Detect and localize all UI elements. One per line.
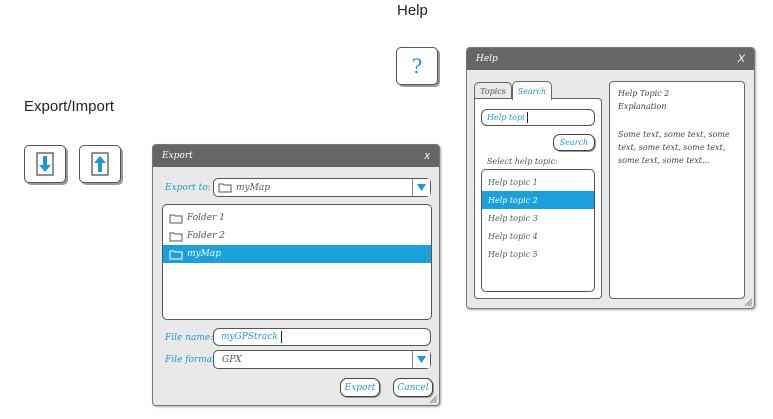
- folder-icon: [218, 183, 232, 193]
- text-cursor: [280, 331, 282, 343]
- folder-icon: [169, 232, 183, 241]
- export-close-button[interactable]: x: [425, 150, 431, 162]
- file-format-dropdown[interactable]: GPX: [213, 350, 431, 369]
- help-close-button[interactable]: X: [738, 53, 745, 65]
- help-content-title: Help Topic 2: [618, 89, 670, 98]
- help-heading: Help: [397, 2, 428, 19]
- tab-search[interactable]: Search: [512, 81, 552, 100]
- download-arrow-icon: [36, 152, 54, 176]
- chevron-down-icon: [417, 356, 426, 363]
- select-topic-label: Select help topic:: [487, 157, 558, 166]
- help-topic-item[interactable]: Help topic 5: [482, 245, 594, 263]
- help-titlebar: Help X: [467, 48, 754, 70]
- folder-icon: [169, 214, 183, 223]
- export-dialog-title: Export: [162, 151, 193, 161]
- upload-arrow-icon: [91, 152, 109, 176]
- folder-icon: [169, 250, 183, 259]
- folder-list-item[interactable]: Folder 2: [163, 227, 431, 245]
- export-titlebar: Export x: [153, 145, 439, 167]
- folder-list-item[interactable]: Folder 1: [163, 209, 431, 227]
- help-dialog: Help X Topics Search Help topi Search Se…: [466, 47, 755, 309]
- export-button[interactable]: Export: [340, 378, 380, 397]
- help-content-subtitle: Explanation: [618, 102, 667, 111]
- help-topic-item[interactable]: Help topic 1: [482, 173, 594, 191]
- folder-list-item-selected[interactable]: myMap: [163, 245, 431, 263]
- export-dialog: Export x Export to: myMap Folder 1 Folde…: [152, 144, 440, 406]
- export-to-value: myMap: [236, 182, 270, 193]
- resize-grip-icon[interactable]: [744, 298, 752, 306]
- help-content-body: Some text, some text, some text, some te…: [618, 130, 730, 165]
- export-button-icon[interactable]: [24, 145, 66, 183]
- file-name-value: myGPStrack: [221, 332, 278, 342]
- help-button[interactable]: ?: [396, 47, 438, 85]
- file-format-value: GPX: [222, 354, 242, 365]
- help-content-panel: Help Topic 2 Explanation Some text, some…: [609, 81, 745, 299]
- export-to-label: Export to:: [165, 183, 211, 193]
- help-topic-item-selected[interactable]: Help topic 2: [482, 191, 594, 209]
- help-search-input[interactable]: Help topi: [481, 109, 595, 126]
- file-name-label: File name:: [165, 333, 214, 343]
- help-search-button[interactable]: Search: [553, 134, 595, 151]
- help-topic-list: Help topic 1 Help topic 2 Help topic 3 H…: [481, 169, 595, 292]
- resize-grip-icon[interactable]: [429, 395, 437, 403]
- text-cursor: [526, 112, 528, 123]
- folder-name: myMap: [187, 249, 221, 259]
- file-name-input[interactable]: myGPStrack: [213, 328, 431, 346]
- folder-name: Folder 1: [187, 213, 226, 223]
- folder-name: Folder 2: [187, 231, 226, 241]
- tab-topics[interactable]: Topics: [474, 82, 512, 99]
- import-button-icon[interactable]: [79, 145, 121, 183]
- help-dialog-title: Help: [476, 54, 498, 64]
- chevron-down-icon: [417, 184, 426, 191]
- help-search-value: Help topi: [487, 113, 525, 122]
- export-to-dropdown-arrow[interactable]: [412, 179, 430, 196]
- search-panel: Help topi Search Select help topic: Help…: [474, 98, 602, 299]
- folder-list: Folder 1 Folder 2 myMap: [162, 204, 432, 320]
- cancel-button[interactable]: Cancel: [393, 378, 433, 397]
- export-to-dropdown[interactable]: myMap: [213, 178, 431, 197]
- file-format-dropdown-arrow[interactable]: [412, 351, 430, 368]
- export-import-heading: Export/Import: [24, 98, 115, 115]
- help-topic-item[interactable]: Help topic 3: [482, 209, 594, 227]
- help-topic-item[interactable]: Help topic 4: [482, 227, 594, 245]
- question-mark-icon: ?: [411, 54, 423, 78]
- file-format-label: File format:: [165, 355, 219, 365]
